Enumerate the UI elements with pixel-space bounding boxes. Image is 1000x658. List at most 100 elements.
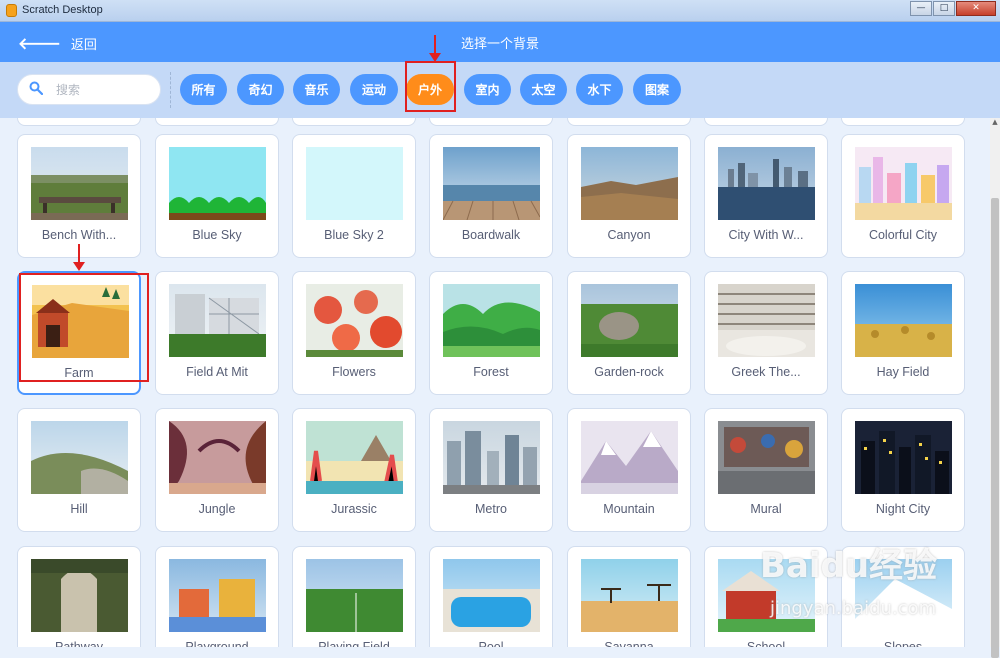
annotation-box-tag — [405, 61, 456, 112]
backdrop-thumbnail — [855, 421, 952, 494]
backdrop-card[interactable]: Jungle — [155, 408, 279, 532]
backdrop-card-partial[interactable] — [567, 118, 691, 126]
backdrop-name: Mural — [750, 502, 782, 516]
search-icon — [29, 81, 44, 99]
backdrop-thumbnail — [306, 559, 403, 632]
backdrop-thumbnail — [581, 284, 678, 357]
backdrop-name: Savanna — [604, 640, 654, 647]
backdrop-card[interactable]: Mountain — [567, 408, 691, 532]
backdrop-card[interactable]: Blue Sky 2 — [292, 134, 416, 258]
backdrop-name: Blue Sky 2 — [324, 228, 384, 242]
tag-6[interactable]: 太空 — [520, 74, 567, 105]
tag-2[interactable]: 音乐 — [293, 74, 340, 105]
backdrop-thumbnail — [443, 284, 540, 357]
backdrop-card[interactable]: Playground — [155, 546, 279, 647]
baidu-watermark: Baidu经验 — [760, 546, 938, 586]
annotation-arrow-farm — [73, 244, 85, 271]
backdrop-card[interactable]: Playing Field — [292, 546, 416, 647]
backdrop-card[interactable]: Hill — [17, 408, 141, 532]
scroll-up-icon[interactable]: ▲ — [990, 118, 1000, 128]
backdrop-name: Forest — [473, 365, 509, 379]
tag-3[interactable]: 运动 — [350, 74, 398, 105]
backdrop-thumbnail — [718, 421, 815, 494]
backdrop-thumbnail — [169, 284, 266, 357]
backdrop-name: Playing Field — [318, 640, 390, 647]
backdrop-card[interactable]: Boardwalk — [429, 134, 553, 258]
backdrop-thumbnail — [443, 147, 540, 220]
backdrop-thumbnail — [718, 284, 815, 357]
window-title: Scratch Desktop — [22, 4, 103, 16]
backdrop-card[interactable]: Night City — [841, 408, 965, 532]
backdrop-name: Night City — [875, 502, 931, 516]
search-box[interactable] — [17, 74, 161, 105]
backdrop-name: City With W... — [728, 228, 804, 242]
backdrop-card[interactable]: Savanna — [567, 546, 691, 647]
backdrop-thumbnail — [581, 147, 678, 220]
backdrop-thumbnail — [31, 147, 128, 220]
minimize-button[interactable]: — — [910, 1, 932, 16]
search-input[interactable] — [56, 81, 152, 99]
backdrop-card-partial[interactable] — [429, 118, 553, 126]
tag-0[interactable]: 所有 — [180, 74, 227, 105]
backdrop-name: Playground — [185, 640, 249, 647]
backdrop-card[interactable]: Greek The... — [704, 271, 828, 395]
backdrop-thumbnail — [855, 284, 952, 357]
backdrop-card[interactable]: Hay Field — [841, 271, 965, 395]
backdrop-card[interactable]: Mural — [704, 408, 828, 532]
backdrop-name: Jurassic — [331, 502, 377, 516]
backdrop-card[interactable]: Bench With... — [17, 134, 141, 258]
backdrop-thumbnail — [169, 559, 266, 632]
backdrop-card[interactable]: Garden-rock — [567, 271, 691, 395]
page-title: 选择一个背景 — [460, 37, 539, 52]
backdrop-thumbnail — [306, 147, 403, 220]
backdrop-thumbnail — [443, 559, 540, 632]
backdrop-name: Slopes — [883, 640, 923, 647]
backdrop-card[interactable]: Forest — [429, 271, 553, 395]
backdrop-card-partial[interactable] — [155, 118, 279, 126]
backdrop-thumbnail — [169, 147, 266, 220]
backdrop-name: Blue Sky — [192, 228, 242, 242]
backdrop-card[interactable]: City With W... — [704, 134, 828, 258]
backdrop-card[interactable]: Metro — [429, 408, 553, 532]
backdrop-name: Colorful City — [868, 228, 938, 242]
backdrop-card[interactable]: Field At Mit — [155, 271, 279, 395]
backdrop-name: Pathway — [55, 640, 103, 647]
backdrop-name: Pool — [478, 640, 504, 647]
backdrop-name: School — [746, 640, 786, 647]
backdrop-card[interactable]: Blue Sky — [155, 134, 279, 258]
backdrop-name: Greek The... — [731, 365, 801, 379]
scrollbar-thumb[interactable] — [991, 198, 999, 658]
backdrop-thumbnail — [855, 147, 952, 220]
filter-divider — [170, 72, 171, 108]
backdrop-name: Boardwalk — [461, 228, 521, 242]
backdrop-card[interactable]: Jurassic — [292, 408, 416, 532]
close-button[interactable]: ✕ — [956, 1, 996, 16]
backdrop-name: Hill — [70, 502, 88, 516]
backdrop-thumbnail — [31, 559, 128, 632]
backdrop-thumbnail — [443, 421, 540, 494]
backdrop-card[interactable]: Flowers — [292, 271, 416, 395]
backdrop-name: Mountain — [603, 502, 655, 516]
tag-5[interactable]: 室内 — [464, 74, 511, 105]
tag-7[interactable]: 水下 — [576, 74, 623, 105]
backdrop-thumbnail — [581, 559, 678, 632]
backdrop-card-partial[interactable] — [841, 118, 965, 126]
tag-8[interactable]: 图案 — [633, 74, 681, 105]
scratch-app-icon — [6, 4, 17, 17]
backdrop-card-partial[interactable] — [17, 118, 141, 126]
scrollbar[interactable]: ▲ — [990, 118, 1000, 658]
backdrop-thumbnail — [169, 421, 266, 494]
backdrop-card[interactable]: Pool — [429, 546, 553, 647]
backdrop-card-partial[interactable] — [292, 118, 416, 126]
maximize-button[interactable]: □ — [933, 1, 955, 16]
backdrop-name: Jungle — [198, 502, 236, 516]
filter-bar: 所有奇幻音乐运动户外室内太空水下图案 — [0, 62, 1000, 118]
backdrop-card-partial[interactable] — [704, 118, 828, 126]
backdrop-card[interactable]: Colorful City — [841, 134, 965, 258]
backdrop-name: Garden-rock — [594, 365, 664, 379]
backdrop-card[interactable]: Pathway — [17, 546, 141, 647]
tag-1[interactable]: 奇幻 — [237, 74, 284, 105]
backdrop-thumbnail — [581, 421, 678, 494]
backdrop-card[interactable]: Canyon — [567, 134, 691, 258]
backdrop-thumbnail — [306, 284, 403, 357]
